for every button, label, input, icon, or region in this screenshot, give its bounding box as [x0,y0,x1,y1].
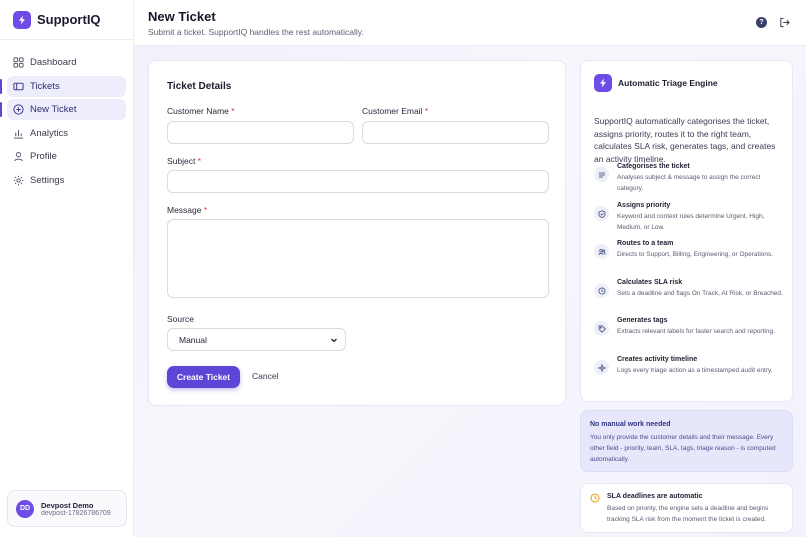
cancel-button[interactable]: Cancel [252,371,278,381]
sidebar-item-label: Profile [30,151,57,162]
source-select[interactable]: Manual [167,328,346,351]
grid-icon [13,57,24,68]
brand[interactable]: SupportIQ [0,0,133,40]
source-select-value: Manual [179,334,207,345]
chevron-down-icon [331,338,337,342]
lightning-logo-icon [13,10,31,29]
engine-description: SupportIQ automatically categorises the … [594,116,776,164]
sidebar-item-dashboard[interactable]: Dashboard [7,52,126,73]
create-ticket-button[interactable]: Create Ticket [167,366,240,388]
required-marker: * [231,106,235,116]
user-email: devpost-17826786709 [41,509,111,517]
notice-title: No manual work needed [590,421,671,428]
message-label: Message * [167,205,207,215]
feature-desc: Sets a deadline and flags On Track, At R… [617,290,783,297]
plus-circle-icon [13,104,24,115]
feature-item: Creates activity timeline Logs every tri… [594,355,786,376]
user-name: Devpost Demo [41,500,94,510]
page-title: New Ticket [148,9,216,24]
shield-check-icon [594,206,609,221]
list-icon [594,167,609,182]
bar-chart-icon [13,129,24,139]
feature-item: Calculates SLA risk Sets a deadline and … [594,278,786,299]
tag-icon [594,321,609,336]
feature-desc: Extracts relevant labels for faster sear… [617,328,775,335]
page-subtitle: Submit a ticket. SupportIQ handles the r… [148,27,364,37]
feature-title: Assigns priority [617,202,671,209]
clock-icon [594,283,609,298]
feature-title: Generates tags [617,317,668,324]
help-icon[interactable]: ? [756,17,767,28]
feature-desc: Directs to Support, Billing, Engineering… [617,251,774,258]
sidebar-item-settings[interactable]: Settings [7,170,126,191]
ticket-icon [13,82,24,90]
customer-name-input[interactable] [167,121,354,144]
required-marker: * [197,156,202,166]
subject-label-text: Subject [167,156,196,166]
feature-title: Creates activity timeline [617,356,698,363]
header: New Ticket Submit a ticket. SupportIQ ha… [134,0,806,46]
gear-icon [13,175,24,185]
app-name: SupportIQ [37,12,101,27]
triage-engine-card: Automatic Triage Engine SupportIQ automa… [580,60,793,402]
message-label-text: Message [167,205,202,215]
card-title: Ticket Details [167,81,232,92]
customer-email-label: Customer Email * [362,106,428,116]
feature-title: Categorises the ticket [617,163,690,170]
no-manual-work-notice: No manual work needed You only provide t… [580,410,793,472]
customer-email-input[interactable] [362,121,549,144]
feature-item: Generates tags Extracts relevant labels … [594,316,786,337]
required-marker: * [424,106,429,116]
feature-item: Categorises the ticket Analyses subject … [594,162,786,194]
subject-label: Subject * [167,156,201,166]
feature-item: Routes to a team Directs to Support, Bil… [594,239,786,260]
sla-note-card: SLA deadlines are automatic Based on pri… [580,483,793,533]
sidebar-item-label: Tickets [30,80,60,92]
customer-name-label-text: Customer Name [167,106,229,116]
engine-title: Automatic Triage Engine [618,78,718,88]
sidebar-item-label: Settings [30,174,65,186]
sidebar-item-label: Dashboard [30,57,77,68]
feature-title: Calculates SLA risk [617,279,683,286]
users-icon [594,244,609,259]
source-label: Source [167,314,194,324]
sidebar-item-new-ticket[interactable]: New Ticket [0,99,126,120]
feature-desc: Keyword and context rules determine Urge… [617,213,765,231]
user-card[interactable]: DD Devpost Demo devpost-17826786709 [7,490,127,527]
required-marker: * [203,205,208,215]
logout-icon[interactable] [779,17,790,28]
avatar: DD [16,499,34,518]
notice-desc: You only provide the customer details an… [590,434,776,463]
clock-warning-icon [590,493,600,503]
customer-email-label-text: Customer Email [362,106,423,116]
sla-note-title: SLA deadlines are automatic [607,493,703,500]
customer-name-label: Customer Name * [167,106,235,116]
sidebar-item-profile[interactable]: Profile [7,146,126,167]
feature-desc: Logs every triage action as a timestampe… [617,367,773,374]
sidebar-item-label: Analytics [30,127,69,139]
subject-input[interactable] [167,170,549,193]
lightning-icon [594,74,612,92]
message-textarea[interactable] [167,219,549,298]
sidebar-item-analytics[interactable]: Analytics [7,123,126,144]
feature-desc: Analyses subject & message to assign the… [617,174,761,192]
sla-note-desc: Based on priority, the engine sets a dea… [607,505,769,523]
sidebar-nav: Dashboard Tickets New Ticket Analytics P… [0,40,133,191]
sidebar-item-label: New Ticket [30,104,77,115]
sidebar-item-tickets[interactable]: Tickets [0,75,126,97]
user-icon [14,152,23,162]
feature-title: Routes to a team [617,240,674,247]
main-content: Ticket Details Customer Name * Customer … [134,46,806,537]
feature-item: Assigns priority Keyword and context rul… [594,201,786,233]
sidebar: SupportIQ Dashboard Tickets New Ticket A… [0,0,134,537]
ticket-form-card: Ticket Details Customer Name * Customer … [148,60,566,406]
sparkle-icon [594,360,609,375]
